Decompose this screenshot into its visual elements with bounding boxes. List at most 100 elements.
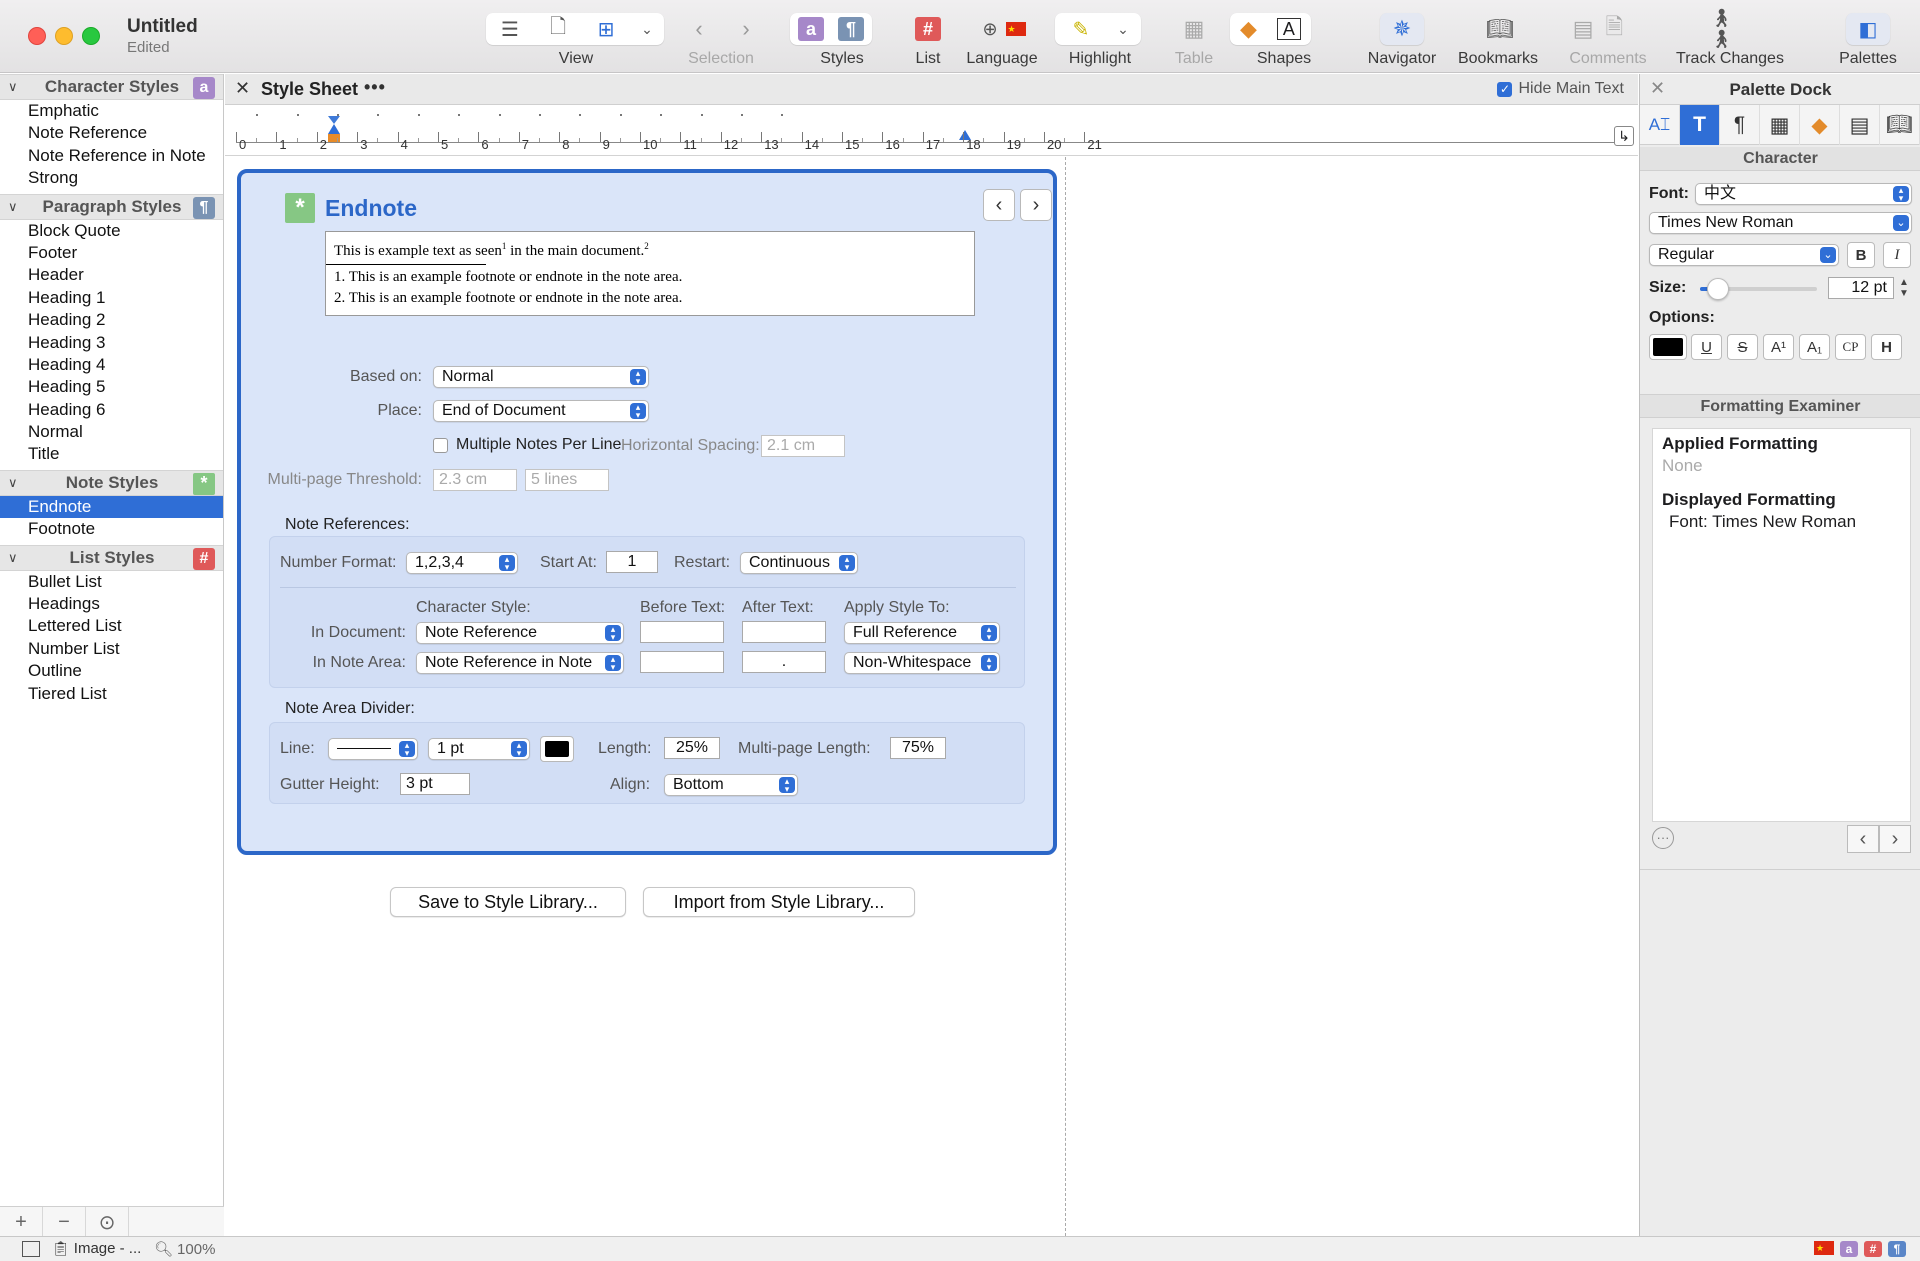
subscript-button[interactable]: A₁ [1799, 334, 1830, 360]
in-document-after-field[interactable] [742, 621, 826, 643]
comments-control[interactable]: ▤ 🗎 [1566, 13, 1630, 45]
list-view-icon[interactable]: ☰ [486, 13, 534, 45]
line-color-well[interactable] [540, 736, 574, 762]
list-item[interactable]: Heading 1 [0, 287, 223, 309]
list-item[interactable]: Heading 2 [0, 309, 223, 331]
highlight-control[interactable]: ✎ ⌄ [1055, 12, 1141, 46]
note-styles-header[interactable]: ∨ Note Styles * [0, 469, 223, 496]
language-button[interactable]: ⊕ ★ [976, 13, 1032, 45]
highlighter-icon[interactable]: ✎ [1061, 13, 1101, 45]
next-style-button[interactable]: › [1020, 189, 1052, 221]
in-document-before-field[interactable] [640, 621, 724, 643]
examiner-options-icon[interactable]: ··· [1652, 827, 1674, 849]
number-format-select[interactable]: 1,2,3,4 ▴ ▾ [406, 552, 518, 574]
navigator-control[interactable]: ✵ [1380, 12, 1424, 46]
character-style-icon[interactable]: a [1840, 1241, 1858, 1257]
character-palette-icon[interactable]: T [1680, 105, 1720, 145]
zoom-window-button[interactable] [82, 27, 100, 45]
list-item[interactable]: Footnote [0, 518, 223, 540]
palettes-control[interactable]: ◧ [1846, 12, 1890, 46]
view-menu-chevron-icon[interactable]: ⌄ [630, 13, 664, 45]
import-from-library-button[interactable]: Import from Style Library... [643, 887, 915, 917]
size-field[interactable]: 12 pt [1828, 277, 1894, 299]
list-item-selected[interactable]: Endnote [0, 495, 223, 519]
list-item[interactable]: Heading 3 [0, 332, 223, 354]
close-tab-icon[interactable]: ✕ [235, 78, 250, 99]
list-item[interactable]: Note Reference in Note [0, 145, 223, 167]
track-changes-icon[interactable]: 🚶︎🚶︎ [1710, 8, 1750, 49]
font-script-select[interactable]: 中文 ▴ ▾ [1695, 183, 1912, 205]
list-item[interactable]: Header [0, 264, 223, 286]
list-item[interactable]: Number List [0, 638, 223, 660]
align-select[interactable]: Bottom ▴ ▾ [664, 774, 798, 796]
list-item[interactable]: Note Reference [0, 122, 223, 144]
line-style-select[interactable]: ▴ ▾ [328, 738, 418, 760]
strikethrough-button[interactable]: S [1727, 334, 1758, 360]
list-item[interactable]: Heading 5 [0, 376, 223, 398]
layout-palette-icon[interactable]: ▤ [1840, 105, 1880, 145]
length-field[interactable]: 25% [664, 737, 720, 759]
font-family-select[interactable]: Times New Roman ⌄ [1649, 212, 1912, 234]
in-document-apply-select[interactable]: Full Reference ▴ ▾ [844, 622, 1000, 644]
table-icon[interactable]: ▦ [1178, 13, 1210, 45]
font-style-select[interactable]: Regular ⌄ [1649, 244, 1839, 266]
list-item[interactable]: Heading 6 [0, 399, 223, 421]
list-item[interactable]: Strong [0, 167, 223, 189]
selection-back-icon[interactable]: ‹ [688, 13, 710, 45]
examiner-next-button[interactable]: › [1879, 825, 1911, 853]
small-caps-button[interactable]: CP [1835, 334, 1866, 360]
size-slider[interactable] [1700, 278, 1817, 300]
italic-button[interactable]: I [1883, 242, 1911, 268]
multipage-length-field[interactable]: 75% [890, 737, 946, 759]
in-note-area-apply-select[interactable]: Non-Whitespace ▴ ▾ [844, 652, 1000, 674]
list-item[interactable]: Outline [0, 660, 223, 682]
paragraph-styles-header[interactable]: ∨ Paragraph Styles ¶ [0, 193, 223, 220]
in-document-style-select[interactable]: Note Reference ▴ ▾ [416, 622, 624, 644]
multiple-notes-checkbox[interactable] [433, 437, 448, 453]
zoom-status[interactable]: 🔍︎ 100% [154, 1240, 215, 1259]
more-options-icon[interactable]: ⊙ [86, 1207, 129, 1237]
size-slider-knob[interactable] [1706, 278, 1729, 300]
character-styles-header[interactable]: ∨ Character Styles a [0, 74, 223, 100]
restart-select[interactable]: Continuous ▴ ▾ [740, 552, 858, 574]
tab-stop-type-icon[interactable]: ↳ [1614, 126, 1634, 146]
remove-style-icon[interactable]: − [43, 1207, 86, 1237]
more-icon[interactable]: ••• [364, 77, 386, 98]
tab-style-sheet[interactable]: Style Sheet [261, 79, 358, 100]
list-item[interactable]: Normal [0, 421, 223, 443]
image-status[interactable]: 📋︎ Image - ... [52, 1240, 141, 1257]
horizontal-ruler[interactable]: ↳ 0 1 2 3 4 5 6 7 8 9 10 11 12 13 14 15 16 17 18 19 20 21 [225, 106, 1638, 156]
size-stepper[interactable]: ▲ ▼ [1897, 277, 1911, 301]
previous-style-button[interactable]: ‹ [983, 189, 1015, 221]
horizontal-spacing-field[interactable]: 2.1 cm [761, 435, 845, 457]
list-item[interactable]: Emphatic [0, 100, 223, 122]
grid-view-icon[interactable]: ⊞ [582, 13, 630, 45]
close-window-button[interactable] [28, 27, 46, 45]
shapes-control[interactable]: ◆ A [1230, 12, 1311, 46]
place-select[interactable]: End of Document ▴ ▾ [433, 400, 649, 422]
hide-main-text-checkbox[interactable]: ✓ [1497, 81, 1513, 97]
minimize-window-button[interactable] [55, 27, 73, 45]
layout-icon[interactable] [22, 1241, 40, 1257]
styles-control[interactable]: a ¶ [790, 12, 872, 46]
first-line-indent-marker[interactable] [328, 116, 340, 124]
hide-main-text-toggle[interactable]: ✓ Hide Main Text [1497, 80, 1624, 98]
table-palette-icon[interactable]: ▦ [1760, 105, 1800, 145]
line-weight-select[interactable]: 1 pt ▴ ▾ [428, 738, 530, 760]
list-item[interactable]: Lettered List [0, 615, 223, 637]
threshold-lines-field[interactable]: 5 lines [525, 469, 609, 491]
text-cursor-icon[interactable]: A⌶ [1640, 105, 1680, 145]
shapes-palette-icon[interactable]: ◆ [1800, 105, 1840, 145]
examiner-previous-button[interactable]: ‹ [1847, 825, 1879, 853]
book-icon[interactable]: 📖︎ [1484, 13, 1516, 45]
china-flag-icon[interactable]: ★ [1814, 1241, 1834, 1255]
list-item[interactable]: Bullet List [0, 571, 223, 593]
book-palette-icon[interactable]: 📖︎ [1880, 105, 1920, 145]
superscript-button[interactable]: A¹ [1763, 334, 1794, 360]
left-margin-marker[interactable] [328, 134, 340, 142]
selection-forward-icon[interactable]: › [735, 13, 757, 45]
page-view-icon[interactable]: 🗋 [534, 13, 582, 45]
gutter-height-field[interactable]: 3 pt [400, 773, 470, 795]
add-style-icon[interactable]: + [0, 1207, 43, 1237]
left-indent-marker[interactable] [328, 124, 340, 134]
